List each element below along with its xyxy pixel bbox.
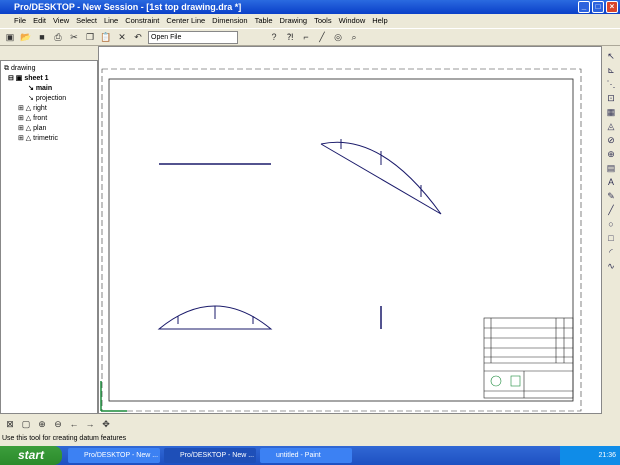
context-help-icon[interactable]: ⁈ bbox=[284, 31, 296, 43]
save-icon[interactable]: ■ bbox=[36, 31, 48, 43]
maximize-button[interactable]: □ bbox=[592, 1, 604, 13]
line-tool-icon[interactable]: ╱ bbox=[316, 31, 328, 43]
menu-drawing[interactable]: Drawing bbox=[280, 14, 308, 28]
arc-icon[interactable]: ◜ bbox=[609, 246, 613, 259]
title-bar: Pro/DESKTOP - New Session - [1st top dra… bbox=[0, 0, 620, 14]
help-icon[interactable]: ? bbox=[268, 31, 280, 43]
menu-view[interactable]: View bbox=[53, 14, 69, 28]
tree-root[interactable]: ⧉ drawing bbox=[4, 64, 94, 74]
menu-tools[interactable]: Tools bbox=[314, 14, 332, 28]
close-button[interactable]: × bbox=[606, 1, 618, 13]
drawing-tools-toolbar: ↖ ⊾ ⋱ ⊡ ▦ ◬ ⊘ ⊕ ▤ A ✎ ╱ ○ □ ◜ ∿ bbox=[602, 46, 620, 414]
menu-window[interactable]: Window bbox=[339, 14, 366, 28]
table-tool-icon[interactable]: ▦ bbox=[607, 106, 616, 119]
drawing-canvas[interactable] bbox=[98, 46, 602, 414]
paste-icon[interactable]: 📋 bbox=[100, 31, 112, 43]
zoom-out-icon[interactable]: ⊖ bbox=[52, 418, 64, 430]
menu-line[interactable]: Line bbox=[104, 14, 118, 28]
copy-icon[interactable]: ❐ bbox=[84, 31, 96, 43]
menu-bar: File Edit View Select Line Constraint Center L… bbox=[0, 14, 620, 28]
tree-item-projection[interactable]: ↘ projection bbox=[4, 94, 94, 104]
circle-tool-icon[interactable]: ◎ bbox=[332, 31, 344, 43]
note-icon[interactable]: ✎ bbox=[607, 190, 615, 203]
sheet-border bbox=[101, 68, 582, 412]
tree-item-main[interactable]: ↘ main bbox=[4, 84, 94, 94]
window-title: Pro/DESKTOP - New Session - [1st top dra… bbox=[14, 2, 242, 12]
section-tool-icon[interactable]: ⋱ bbox=[607, 78, 616, 91]
undo-icon[interactable]: ↶ bbox=[132, 31, 144, 43]
taskbar-item[interactable]: untitled - Paint bbox=[260, 448, 352, 463]
menu-edit[interactable]: Edit bbox=[33, 14, 46, 28]
delete-icon[interactable]: ✕ bbox=[116, 31, 128, 43]
menu-dimension[interactable]: Dimension bbox=[212, 14, 247, 28]
view-tool-icon[interactable]: ⊾ bbox=[607, 64, 615, 77]
title-block bbox=[483, 317, 574, 399]
zoom-in-icon[interactable]: ⊕ bbox=[36, 418, 48, 430]
menu-select[interactable]: Select bbox=[76, 14, 97, 28]
drawing-frame bbox=[108, 78, 574, 402]
minimize-button[interactable]: _ bbox=[578, 1, 590, 13]
circle-icon[interactable]: ○ bbox=[608, 218, 613, 231]
rectangle-icon[interactable]: □ bbox=[608, 232, 613, 245]
new-icon[interactable]: ▣ bbox=[4, 31, 16, 43]
circle-dim-icon[interactable]: ⊘ bbox=[607, 134, 615, 147]
taskbar-item[interactable]: Pro/DESKTOP - New ... bbox=[68, 448, 160, 463]
open-file-field[interactable]: Open File bbox=[148, 30, 238, 44]
open-icon[interactable]: 📂 bbox=[20, 31, 32, 43]
grid-icon[interactable]: ▤ bbox=[607, 162, 616, 175]
menu-constraint[interactable]: Constraint bbox=[125, 14, 159, 28]
view-toolbar: ⊠ ▢ ⊕ ⊖ ← → ✥ bbox=[0, 415, 620, 432]
text-tool-icon[interactable]: A bbox=[608, 176, 614, 189]
line-icon[interactable]: ╱ bbox=[608, 204, 613, 217]
cut-icon[interactable]: ✂ bbox=[68, 31, 80, 43]
tree-item-right[interactable]: ⊞ △ right bbox=[4, 104, 94, 114]
zoom-fit-icon[interactable]: ⊠ bbox=[4, 418, 16, 430]
tree-item-plan[interactable]: ⊞ △ plan bbox=[4, 124, 94, 134]
back-icon[interactable]: ← bbox=[68, 418, 80, 430]
design-tree: ⧉ drawing ⊟ ▣ sheet 1 ↘ main ↘ projectio… bbox=[0, 60, 98, 414]
main-toolbar: ▣ 📂 ■ ⎙ ✂ ❐ 📋 ✕ ↶ Open File ? ⁈ ⌐ ╱ ◎ ⌕ bbox=[0, 28, 620, 46]
detail-tool-icon[interactable]: ⊡ bbox=[607, 92, 615, 105]
forward-icon[interactable]: → bbox=[84, 418, 96, 430]
print-icon[interactable]: ⎙ bbox=[52, 31, 64, 43]
centerline-icon[interactable]: ⊕ bbox=[607, 148, 615, 161]
zoom-icon[interactable]: ⌕ bbox=[348, 31, 360, 43]
menu-file[interactable]: File bbox=[14, 14, 26, 28]
datum-icon[interactable]: ⌐ bbox=[300, 31, 312, 43]
menu-center-line[interactable]: Center Line bbox=[166, 14, 205, 28]
tree-item-front[interactable]: ⊞ △ front bbox=[4, 114, 94, 124]
select-tool-icon[interactable]: ↖ bbox=[607, 50, 615, 63]
zoom-window-icon[interactable]: ▢ bbox=[20, 418, 32, 430]
pan-icon[interactable]: ✥ bbox=[100, 418, 112, 430]
tree-sheet[interactable]: ⊟ ▣ sheet 1 bbox=[4, 74, 94, 84]
clock: 21:36 bbox=[598, 452, 616, 459]
menu-help[interactable]: Help bbox=[372, 14, 387, 28]
status-bar: Use this tool for creating datum feature… bbox=[2, 435, 127, 442]
system-tray: 21:36 bbox=[560, 446, 620, 465]
menu-table[interactable]: Table bbox=[255, 14, 273, 28]
tree-item-trimetric[interactable]: ⊞ △ trimetric bbox=[4, 134, 94, 144]
dimension-tool-icon[interactable]: ◬ bbox=[608, 120, 615, 133]
start-button[interactable]: start bbox=[0, 446, 62, 465]
taskbar-item[interactable]: Pro/DESKTOP - New ... bbox=[164, 448, 256, 463]
spline-icon[interactable]: ∿ bbox=[607, 260, 615, 273]
